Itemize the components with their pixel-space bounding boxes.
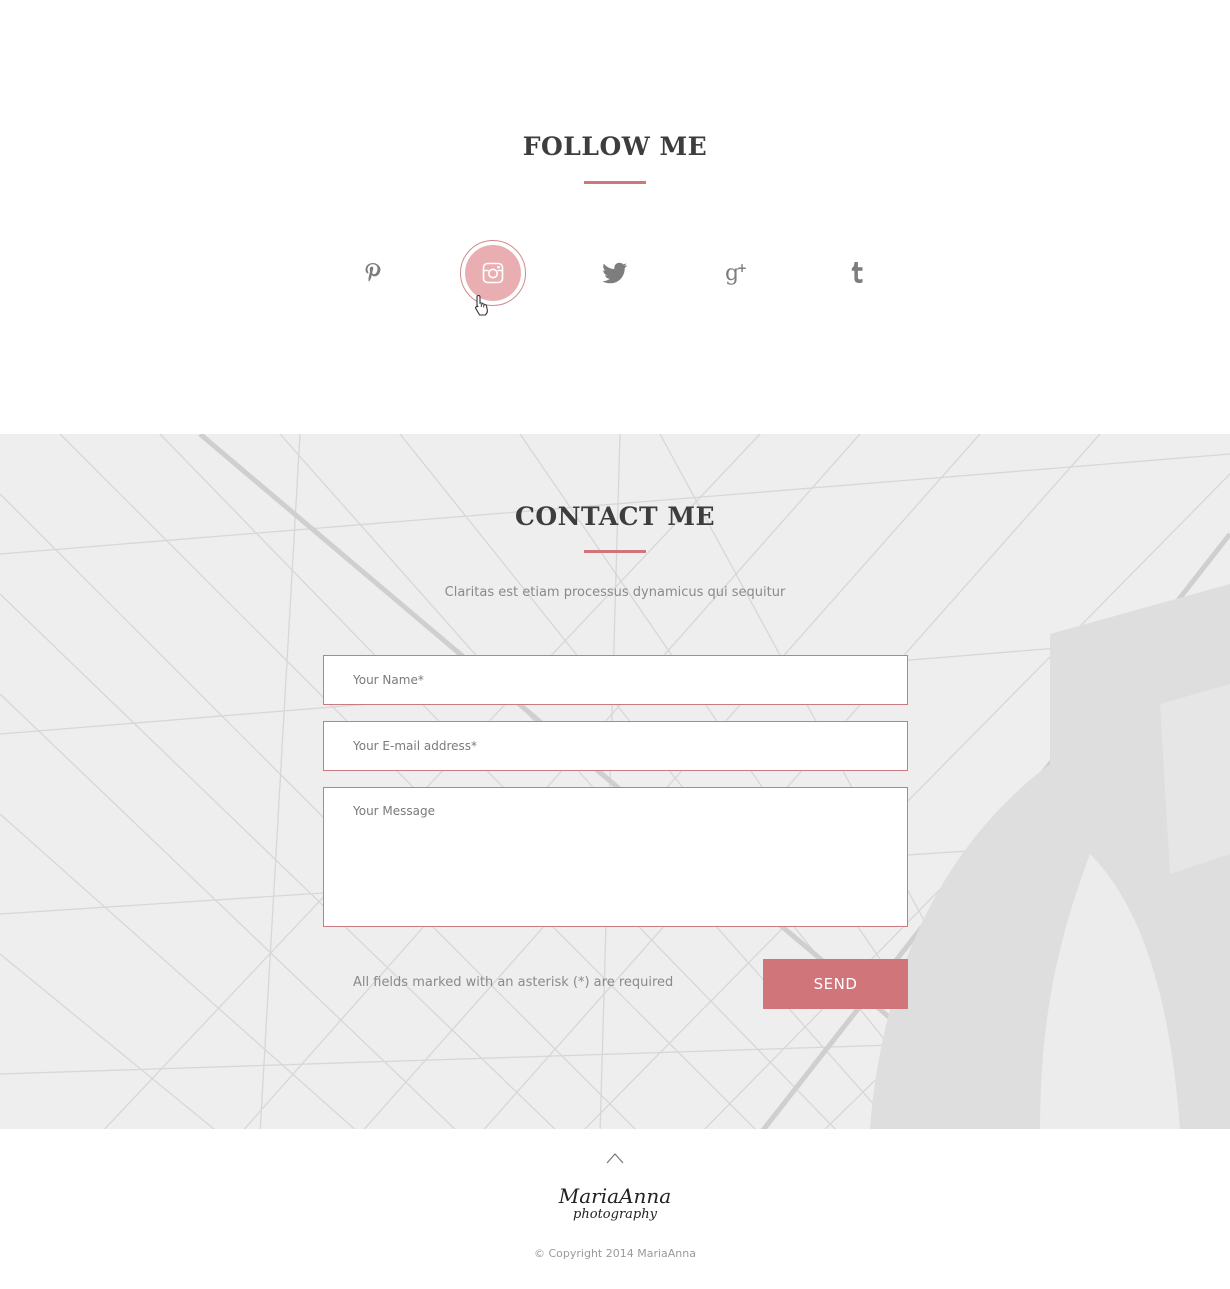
pinterest-link[interactable]	[340, 240, 406, 306]
contact-section: CONTACT ME Claritas est etiam processus …	[0, 434, 1230, 1129]
email-input[interactable]	[323, 721, 908, 771]
twitter-link[interactable]	[582, 240, 648, 306]
instagram-icon	[482, 262, 504, 284]
site-logo[interactable]: MariaAnna photography	[0, 1185, 1230, 1223]
follow-title: FOLLOW ME	[522, 132, 708, 161]
instagram-link[interactable]	[460, 240, 526, 306]
follow-title-rule	[584, 181, 646, 184]
hand-cursor-icon	[475, 294, 488, 316]
message-textarea[interactable]	[323, 787, 908, 927]
contact-subtitle: Claritas est etiam processus dynamicus q…	[444, 585, 786, 600]
required-fields-note: All fields marked with an asterisk (*) a…	[353, 975, 674, 990]
send-button[interactable]: SEND	[763, 959, 908, 1009]
google-plus-icon: g +	[725, 261, 747, 286]
tumblr-link[interactable]	[824, 240, 890, 306]
copyright-text: © Copyright 2014 MariaAnna	[534, 1247, 696, 1260]
pinterest-icon	[365, 263, 381, 282]
name-input[interactable]	[323, 655, 908, 705]
twitter-icon	[602, 262, 628, 284]
bridge-background-image	[0, 434, 1230, 1129]
logo-tagline: photography	[573, 1207, 657, 1222]
back-to-top-chevron-up-icon[interactable]	[605, 1151, 625, 1165]
follow-section: FOLLOW ME g +	[0, 0, 1230, 434]
logo-name: MariaAnna	[558, 1184, 672, 1208]
footer: MariaAnna photography © Copyright 2014 M…	[0, 1129, 1230, 1289]
tumblr-icon	[851, 262, 863, 283]
contact-title: CONTACT ME	[514, 502, 716, 531]
svg-text:+: +	[737, 261, 747, 275]
contact-title-rule	[584, 550, 646, 553]
google-plus-link[interactable]: g +	[704, 240, 770, 306]
